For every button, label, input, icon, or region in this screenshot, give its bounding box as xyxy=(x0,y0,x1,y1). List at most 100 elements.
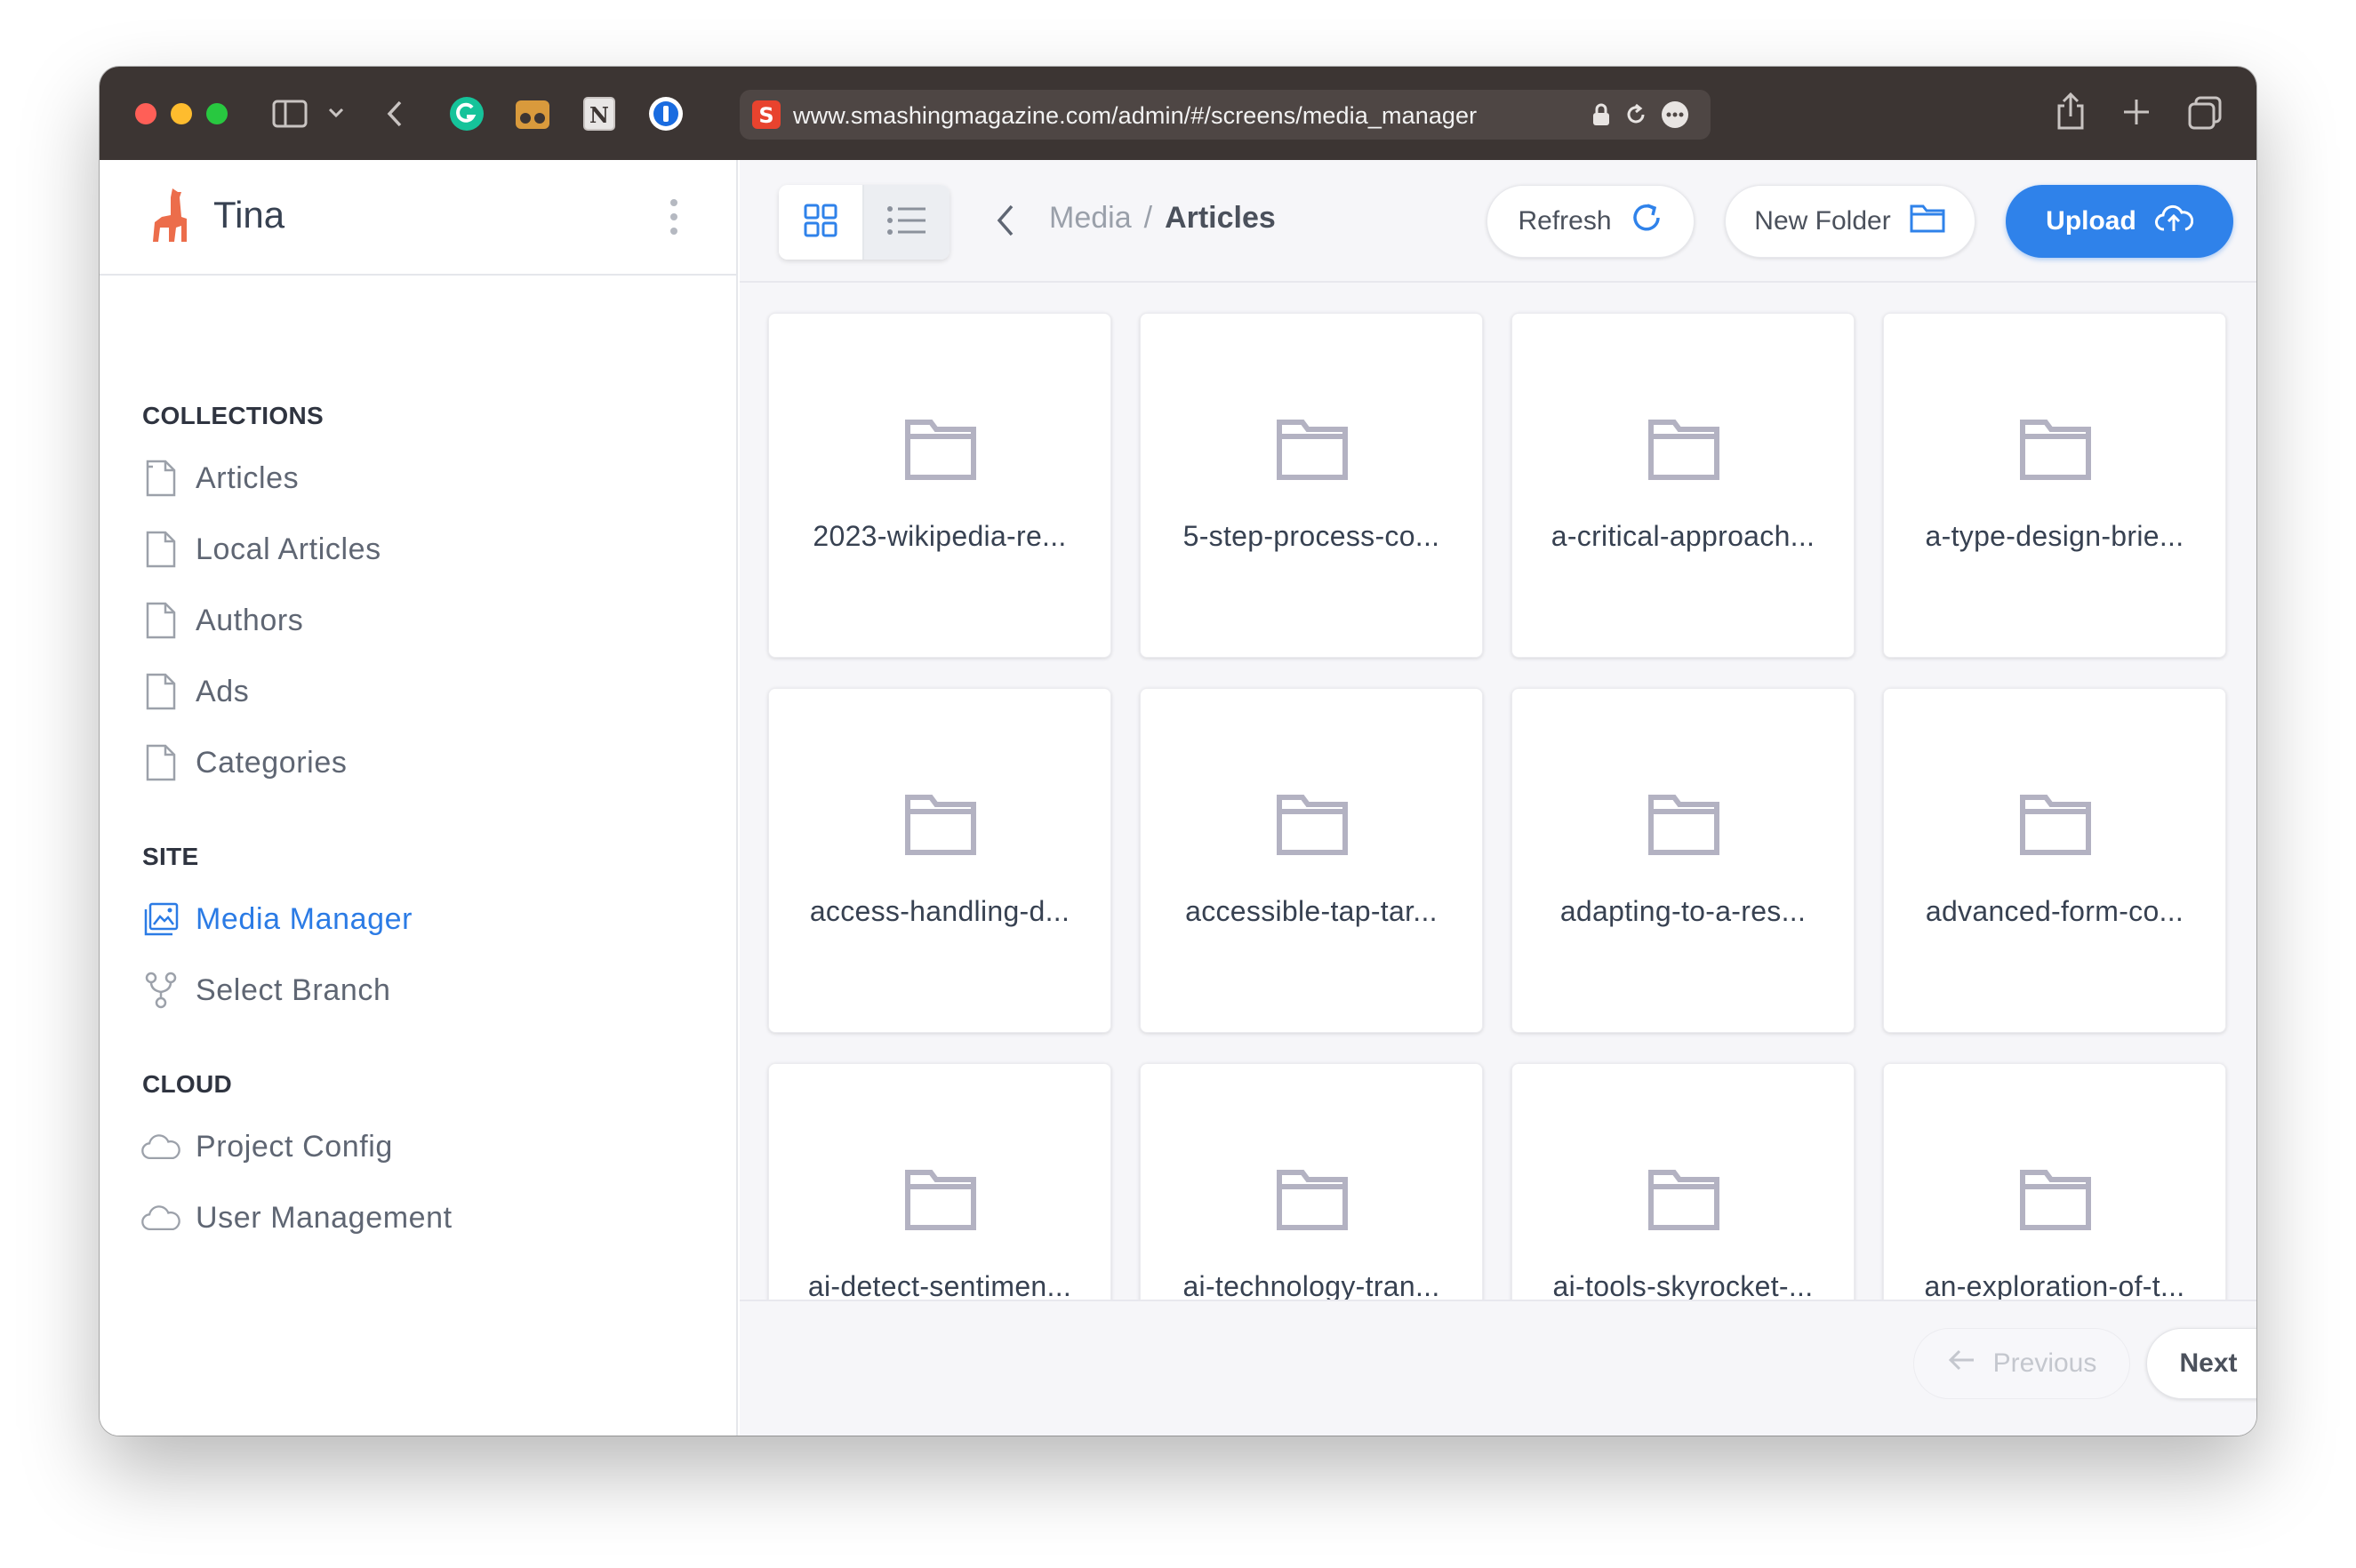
svg-text:S: S xyxy=(758,103,773,128)
folder-name: ai-detect-sentimen... xyxy=(807,1270,1072,1300)
sidebar-item-articles[interactable]: Articles xyxy=(140,453,299,503)
folder-grid: 2023-wikipedia-re... 5-step-process-co..… xyxy=(740,284,2256,1300)
refresh-button[interactable]: Refresh xyxy=(1487,185,1695,258)
back-button[interactable] xyxy=(994,203,1017,243)
sidebar-item-label: Authors xyxy=(196,603,304,637)
sidebar-item-ads[interactable]: Ads xyxy=(140,667,249,716)
document-icon xyxy=(140,742,181,783)
document-icon xyxy=(140,671,181,712)
cloud-icon xyxy=(140,1126,181,1167)
browser-window: N S www.smashingmagazine.com/admin/#/scr… xyxy=(100,67,2256,1436)
sidebar-item-label: Articles xyxy=(196,460,300,495)
folder-card[interactable]: 5-step-process-co... xyxy=(1140,313,1483,658)
folder-name: ai-tools-skyrocket-... xyxy=(1552,1270,1814,1300)
cloud-upload-icon xyxy=(2154,203,2194,240)
back-arrow-icon[interactable] xyxy=(384,99,405,129)
address-bar[interactable]: S www.smashingmagazine.com/admin/#/scree… xyxy=(740,90,1711,140)
git-branch-icon xyxy=(140,970,181,1011)
sidebar-item-authors[interactable]: Authors xyxy=(140,596,303,645)
sidebar-item-select-branch[interactable]: Select Branch xyxy=(140,965,390,1015)
folder-icon xyxy=(1276,1165,1349,1236)
folder-card[interactable]: ai-detect-sentimen... xyxy=(768,1063,1111,1300)
sidebar: Tina COLLECTIONS Articles Local Articles… xyxy=(100,160,738,1436)
folder-card[interactable]: a-type-design-brie... xyxy=(1883,313,2226,658)
lock-icon xyxy=(1591,102,1611,132)
folder-name: advanced-form-co... xyxy=(1925,895,2184,927)
next-page-button[interactable]: Next xyxy=(2146,1328,2256,1399)
folder-name: an-exploration-of-t... xyxy=(1924,1270,2185,1300)
folder-card[interactable]: ai-technology-tran... xyxy=(1140,1063,1483,1300)
brand-header: Tina xyxy=(100,160,736,276)
folder-card[interactable]: adapting-to-a-res... xyxy=(1511,688,1855,1033)
onepassword-extension-icon[interactable] xyxy=(647,95,685,132)
sidebar-item-label: Media Manager xyxy=(196,901,413,936)
folder-icon xyxy=(904,415,977,485)
sidebar-item-project-config[interactable]: Project Config xyxy=(140,1122,393,1172)
folder-name: 2023-wikipedia-re... xyxy=(813,520,1067,552)
share-icon[interactable] xyxy=(2055,92,2086,131)
sidebar-item-local-articles[interactable]: Local Articles xyxy=(140,524,381,574)
sidebar-item-user-management[interactable]: User Management xyxy=(140,1193,453,1243)
folder-icon xyxy=(2019,790,2092,860)
notion-extension-icon[interactable]: N xyxy=(581,95,617,132)
tab-overview-icon[interactable] xyxy=(2187,95,2223,131)
folder-name: a-critical-approach... xyxy=(1551,520,1815,552)
grid-view-button[interactable] xyxy=(779,185,864,260)
breadcrumb-current: Articles xyxy=(1165,201,1276,235)
folder-name: 5-step-process-co... xyxy=(1182,520,1440,552)
sidebar-item-label: Select Branch xyxy=(196,972,391,1007)
glasses-extension-icon[interactable] xyxy=(514,99,551,131)
sidebar-item-label: User Management xyxy=(196,1200,453,1235)
kebab-menu-icon[interactable] xyxy=(669,197,679,241)
folder-card[interactable]: advanced-form-co... xyxy=(1883,688,2226,1033)
sidebar-item-label: Local Articles xyxy=(196,532,381,566)
chevron-left-icon xyxy=(994,204,1017,242)
previous-page-button[interactable]: Previous xyxy=(1913,1328,2130,1399)
folder-card[interactable]: ai-tools-skyrocket-... xyxy=(1511,1063,1855,1300)
minimize-window-button[interactable] xyxy=(171,103,192,124)
document-icon xyxy=(140,600,181,641)
sidebar-item-media-manager[interactable]: Media Manager xyxy=(140,894,413,944)
sidebar-item-label: Categories xyxy=(196,745,348,780)
sidebar-item-categories[interactable]: Categories xyxy=(140,738,347,788)
folder-name: adapting-to-a-res... xyxy=(1559,895,1807,927)
grammarly-extension-icon[interactable] xyxy=(448,95,485,132)
site-section-title: SITE xyxy=(142,843,199,870)
folder-icon xyxy=(2019,1165,2092,1236)
sidebar-toggle-icon[interactable] xyxy=(272,99,308,129)
browser-toolbar: N S www.smashingmagazine.com/admin/#/scr… xyxy=(100,67,2256,160)
folder-name: a-type-design-brie... xyxy=(1925,520,2184,552)
document-icon xyxy=(140,458,181,499)
next-page-label: Next xyxy=(2179,1348,2238,1378)
folder-icon xyxy=(1276,790,1349,860)
folder-icon xyxy=(1647,790,1720,860)
list-view-button[interactable] xyxy=(864,185,950,260)
folder-icon xyxy=(1647,415,1720,485)
list-icon xyxy=(886,204,927,241)
folder-card[interactable]: accessible-tap-tar... xyxy=(1140,688,1483,1033)
folder-name: accessible-tap-tar... xyxy=(1185,895,1438,927)
pagination-bar: Previous Next xyxy=(740,1300,2256,1436)
folder-name: access-handling-d... xyxy=(809,895,1070,927)
folder-card[interactable]: access-handling-d... xyxy=(768,688,1111,1033)
reload-icon[interactable] xyxy=(1623,102,1648,132)
cloud-section-title: CLOUD xyxy=(142,1070,233,1098)
sidebar-item-label: Project Config xyxy=(196,1129,393,1164)
more-options-icon[interactable] xyxy=(1661,100,1689,133)
folder-card[interactable]: an-exploration-of-t... xyxy=(1883,1063,2226,1300)
arrow-right-icon xyxy=(2254,1348,2256,1380)
chevron-down-icon[interactable] xyxy=(327,106,345,120)
breadcrumb-media[interactable]: Media xyxy=(1049,201,1132,236)
upload-button[interactable]: Upload xyxy=(2006,185,2233,258)
media-toolbar: Media / Articles Refresh New Folder Uplo… xyxy=(740,160,2256,283)
brand-name: Tina xyxy=(213,194,285,236)
new-folder-button[interactable]: New Folder xyxy=(1725,185,1975,258)
view-toggle xyxy=(779,185,950,260)
folder-card[interactable]: 2023-wikipedia-re... xyxy=(768,313,1111,658)
refresh-button-label: Refresh xyxy=(1518,206,1612,236)
new-tab-icon[interactable] xyxy=(2121,97,2152,127)
close-window-button[interactable] xyxy=(135,103,156,124)
folder-card[interactable]: a-critical-approach... xyxy=(1511,313,1855,658)
media-manager-panel: Media / Articles Refresh New Folder Uplo… xyxy=(740,160,2256,1436)
zoom-window-button[interactable] xyxy=(206,103,228,124)
